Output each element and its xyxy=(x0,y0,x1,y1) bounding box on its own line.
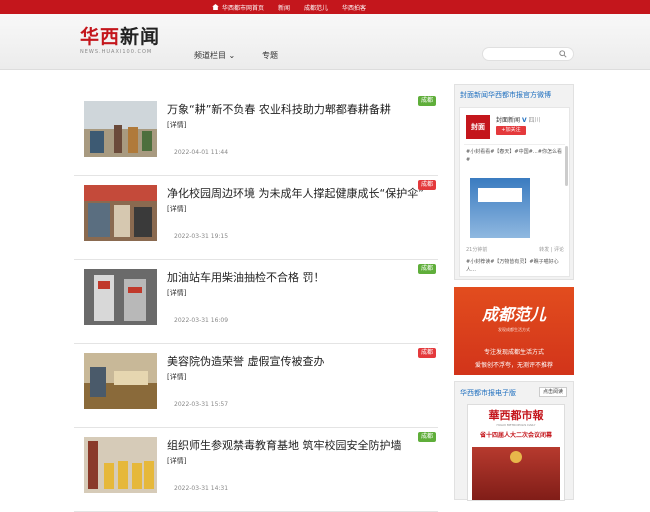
verified-icon: V xyxy=(521,117,527,124)
article-date: 2022-03-31 15:57 xyxy=(174,401,229,408)
promo-brand-sub: 发现成都生活方式 xyxy=(498,327,530,332)
list-item[interactable]: 万象“耕”新不负春 农业科技助力郫都春耕备耕 [详情] 2022-04-01 1… xyxy=(74,92,438,176)
nav-topics[interactable]: 专题 xyxy=(262,50,278,61)
epaper-headline: 省十四届人大二次会议闭幕 xyxy=(479,432,552,439)
weibo-account-name[interactable]: 封面新闻 V 四川 xyxy=(496,115,541,124)
read-button[interactable]: 点击阅读 xyxy=(538,387,567,397)
weibo-post-image[interactable] xyxy=(470,178,530,238)
details-link[interactable]: [详情] xyxy=(167,204,186,214)
scrollbar[interactable] xyxy=(565,146,568,186)
top-link-chengdu-fan[interactable]: 成都范儿 xyxy=(304,3,328,12)
search-icon[interactable] xyxy=(559,50,567,58)
article-thumbnail[interactable] xyxy=(84,269,157,325)
top-link-news[interactable]: 新闻 xyxy=(278,3,290,12)
top-link-paike[interactable]: 华西拍客 xyxy=(342,3,366,12)
weibo-feed: 封面 封面新闻 V 四川 +加关注 #小封看看#【春天】#中国#…#你怎么看# … xyxy=(459,107,570,277)
article-title[interactable]: 加油站车用柴油抽检不合格 罚！ xyxy=(167,269,325,285)
promo-line: 专注发现成都生活方式 xyxy=(483,349,544,356)
follow-button[interactable]: +加关注 xyxy=(496,126,526,135)
list-item[interactable]: 美容院伪造荣誉 虚假宣传被查办 [详情] 2022-03-31 15:57 成都 xyxy=(74,344,438,428)
divider xyxy=(464,144,565,145)
list-item[interactable]: 净化校园周边环境 为未成年人撑起健康成长“保护伞” [详情] 2022-03-3… xyxy=(74,176,438,260)
weibo-post-meta: 21分钟前 转发 | 评论 xyxy=(466,247,564,253)
top-links: 华西都市网首页 新闻 成都范儿 华西拍客 xyxy=(212,0,366,14)
article-thumbnail[interactable] xyxy=(84,437,157,493)
details-link[interactable]: [详情] xyxy=(167,456,186,466)
weibo-widget-title[interactable]: 封面新闻华西都市报官方微博 xyxy=(455,85,573,105)
epaper-masthead-sub: HUAXI METROPOLIS DAILY xyxy=(496,423,536,427)
weibo-post-text[interactable]: #小封看看#【春天】#中国#…#你怎么看# xyxy=(466,148,564,164)
weibo-widget: 封面新闻华西都市报官方微博 封面 封面新闻 V 四川 +加关注 #小封看看#【春… xyxy=(454,84,574,280)
region-tag: 成都 xyxy=(417,432,436,442)
promo-brand: 成都范儿 xyxy=(481,305,546,324)
article-thumbnail[interactable] xyxy=(84,101,157,157)
epaper-title[interactable]: 华西都市报电子版 xyxy=(460,388,516,398)
article-title[interactable]: 万象“耕”新不负春 农业科技助力郫都春耕备耕 xyxy=(167,101,391,117)
weibo-avatar[interactable]: 封面 xyxy=(466,115,490,139)
epaper-widget: 华西都市报电子版 点击阅读 華西都市報 HUAXI METROPOLIS DAI… xyxy=(454,381,574,501)
logo-subtitle: NEWS.HUAXI100.COM xyxy=(80,49,153,55)
article-title[interactable]: 净化校园周边环境 为未成年人撑起健康成长“保护伞” xyxy=(167,185,424,201)
list-item[interactable]: 加油站车用柴油抽检不合格 罚！ [详情] 2022-03-31 16:09 成都 xyxy=(74,260,438,344)
details-link[interactable]: [详情] xyxy=(167,120,186,130)
region-tag: 成都 xyxy=(417,264,436,274)
article-date: 2022-03-31 14:31 xyxy=(174,485,229,492)
header: 华西新闻 NEWS.HUAXI100.COM 频道栏目 ⌄ 专题 xyxy=(0,14,650,70)
article-title[interactable]: 组织师生参观禁毒教育基地 筑牢校园安全防护墙 xyxy=(167,437,402,453)
region-tag: 成都 xyxy=(417,180,436,190)
article-list: 万象“耕”新不负春 农业科技助力郫都春耕备耕 [详情] 2022-04-01 1… xyxy=(74,92,438,512)
epaper-masthead: 華西都市報 xyxy=(488,409,544,422)
article-date: 2022-03-31 16:09 xyxy=(174,317,229,324)
promo-line: 爱恨创不浮夸，无测评不推荐 xyxy=(474,362,553,369)
top-bar: 华西都市网首页 新闻 成都范儿 华西拍客 xyxy=(0,0,650,14)
list-item[interactable]: 组织师生参观禁毒教育基地 筑牢校园安全防护墙 [详情] 2022-03-31 1… xyxy=(74,428,438,512)
site-logo[interactable]: 华西新闻 NEWS.HUAXI100.COM xyxy=(80,26,164,58)
search-input[interactable] xyxy=(489,56,561,68)
article-date: 2022-03-31 19:15 xyxy=(174,233,229,240)
details-link[interactable]: [详情] xyxy=(167,372,186,382)
home-icon xyxy=(212,4,219,10)
epaper-photo xyxy=(472,447,560,500)
article-thumbnail[interactable] xyxy=(84,353,157,409)
article-thumbnail[interactable] xyxy=(84,185,157,241)
chevron-down-icon: ⌄ xyxy=(228,51,236,60)
top-link-home[interactable]: 华西都市网首页 xyxy=(212,3,264,12)
article-date: 2022-04-01 11:44 xyxy=(174,149,229,156)
epaper-cover[interactable]: 華西都市報 HUAXI METROPOLIS DAILY 省十四届人大二次会议闭… xyxy=(467,404,565,501)
region-tag: 成都 xyxy=(417,348,436,358)
chengdu-fan-promo[interactable]: 成都范儿 发现成都生活方式 专注发现成都生活方式 爱恨创不浮夸，无测评不推荐 xyxy=(454,287,574,375)
details-link[interactable]: [详情] xyxy=(167,288,186,298)
nav-channels[interactable]: 频道栏目 ⌄ xyxy=(194,50,235,61)
search-box xyxy=(482,47,574,68)
weibo-post-text[interactable]: #小封荐读#【万物皆有灵】#瞧子喵好心人… xyxy=(466,258,564,274)
region-tag: 成都 xyxy=(417,96,436,106)
article-title[interactable]: 美容院伪造荣誉 虚假宣传被查办 xyxy=(167,353,325,369)
